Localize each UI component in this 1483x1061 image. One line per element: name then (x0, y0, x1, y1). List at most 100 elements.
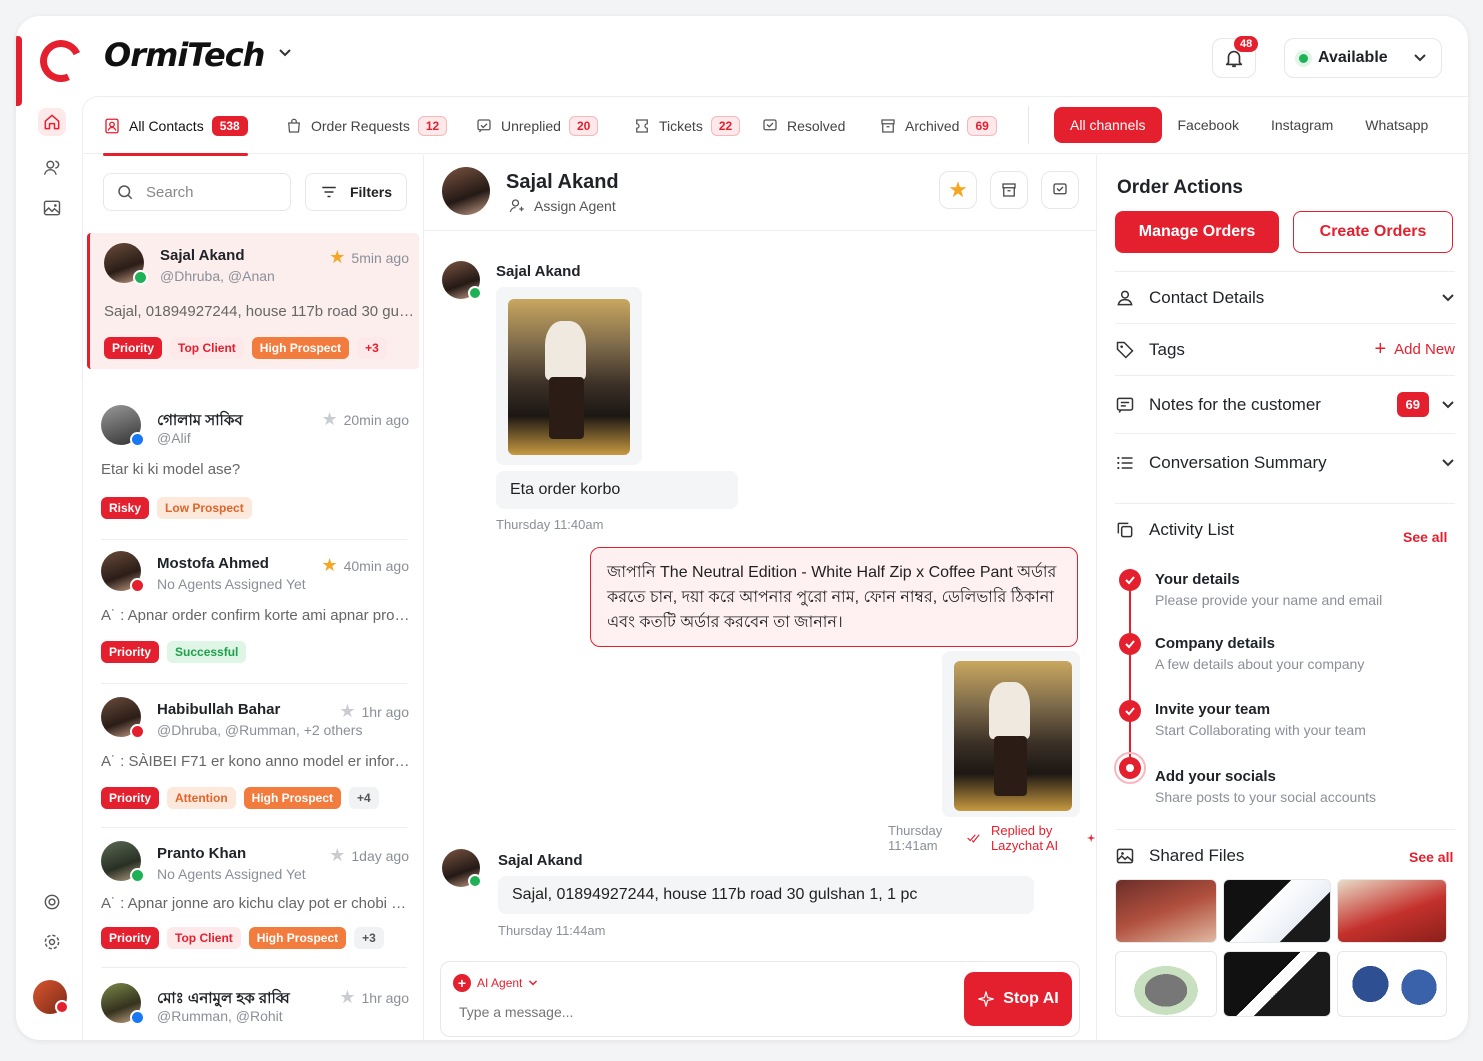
shared-file-thumbnail[interactable] (1223, 951, 1331, 1017)
image-icon (43, 200, 61, 216)
stop-ai-button[interactable]: Stop AI (964, 972, 1072, 1026)
ai-agent-selector[interactable]: + AI Agent (453, 974, 538, 992)
ai-agent-label: AI Agent (477, 976, 523, 990)
contact-time: 1day ago (351, 847, 409, 864)
divider (101, 827, 407, 828)
shared-file-thumbnail[interactable] (1223, 879, 1331, 943)
tags-label: Tags (1149, 339, 1185, 359)
notes-count-badge: 69 (1396, 392, 1429, 417)
chevron-down-icon (1442, 458, 1454, 466)
shared-file-thumbnail[interactable] (1337, 879, 1447, 943)
contact-details-row[interactable]: Contact Details (1115, 271, 1455, 323)
instagram-icon (130, 578, 145, 593)
search-input[interactable]: Search (146, 184, 194, 201)
user-avatar[interactable] (33, 980, 69, 1014)
home-nav-button[interactable] (38, 108, 66, 136)
brand-name[interactable]: OrmiTech (104, 36, 265, 74)
shared-file-thumbnail[interactable] (1115, 951, 1217, 1017)
tab-label: All Contacts (129, 118, 204, 134)
activity-item[interactable]: Company details A few details about your… (1155, 635, 1455, 672)
channel-whatsapp[interactable]: Whatsapp (1349, 107, 1444, 143)
star-outline-icon[interactable]: ★ (321, 409, 337, 430)
avatar (101, 551, 145, 593)
list-item[interactable]: Mostofa Ahmed No Agents Assigned Yet ★ 40… (87, 541, 419, 671)
double-check-icon (967, 834, 980, 843)
settings-nav-button[interactable] (38, 928, 66, 956)
text-message: Sajal, 01894927244, house 117b road 30 g… (498, 876, 1034, 914)
star-icon: ★ (948, 177, 968, 202)
sparkle-icon (978, 991, 994, 1007)
activity-item[interactable]: Your details Please provide your name an… (1155, 571, 1455, 608)
archive-button[interactable] (990, 171, 1028, 209)
conversation-summary-row[interactable]: Conversation Summary (1115, 433, 1455, 491)
message-input[interactable] (459, 1004, 939, 1020)
image-message[interactable] (496, 287, 642, 465)
contact-last-message: A˙ : Apnar order confirm korte ami apnar… (101, 607, 411, 624)
tab-unreplied[interactable]: Unreplied 20 (475, 97, 599, 155)
shared-files-title: Shared Files (1149, 845, 1245, 865)
ai-reply-message: জাপানি The Neutral Edition - White Half … (590, 547, 1078, 647)
contact-agents: @Alif (157, 430, 191, 446)
shared-file-thumbnail[interactable] (1115, 879, 1217, 943)
contact-time: 1hr ago (361, 989, 409, 1006)
list-item[interactable]: মোঃ এনামুল হক রাব্বি @Rumman, @Rohit ★ 1h… (87, 973, 419, 1037)
tab-all-contacts[interactable]: All Contacts 538 (103, 97, 248, 156)
manage-orders-button[interactable]: Manage Orders (1115, 211, 1279, 253)
search-box[interactable]: Search (103, 173, 291, 211)
contacts-nav-button[interactable] (38, 154, 66, 182)
tab-count-badge: 12 (417, 116, 448, 136)
text-message: Eta order korbo (496, 471, 738, 509)
star-outline-icon[interactable]: ★ (329, 845, 345, 866)
activity-title: Invite your team (1155, 701, 1271, 718)
resolve-button[interactable] (1041, 171, 1079, 209)
app-window: OrmiTech 48 Available All Contacts 538 O (16, 16, 1468, 1040)
add-tag-button[interactable]: + Add New (1374, 338, 1455, 361)
gallery-nav-button[interactable] (38, 194, 66, 222)
tab-count-badge: 69 (967, 116, 997, 136)
brand-chevron-down-icon[interactable] (278, 48, 292, 58)
star-outline-icon[interactable]: ★ (339, 987, 355, 1008)
channel-instagram[interactable]: Instagram (1255, 107, 1349, 143)
star-icon[interactable]: ★ (321, 555, 337, 576)
conversation-summary-label: Conversation Summary (1149, 452, 1327, 472)
filters-button[interactable]: Filters (305, 173, 407, 211)
create-orders-button[interactable]: Create Orders (1293, 211, 1453, 253)
add-new-label: Add New (1394, 341, 1455, 358)
activity-item[interactable]: Invite your team Start Collaborating wit… (1155, 701, 1455, 738)
channel-all[interactable]: All channels (1054, 107, 1162, 143)
list-item[interactable]: Habibullah Bahar @Dhruba, @Rumman, +2 ot… (87, 687, 419, 817)
details-panel: Order Actions Manage Orders Create Order… (1096, 155, 1468, 1040)
channel-facebook[interactable]: Facebook (1162, 107, 1255, 143)
tab-resolved[interactable]: Resolved (761, 97, 845, 155)
image-message[interactable] (942, 651, 1080, 817)
product-photo (508, 299, 630, 455)
list-item[interactable]: গোলাম সাকিব @Alif ★ 20min ago Etar ki ki … (87, 395, 419, 525)
notes-row[interactable]: Notes for the customer 69 (1115, 375, 1455, 433)
list-item[interactable]: Sajal Akand @Dhruba, @Anan ★ 5min ago Saj… (87, 233, 419, 369)
tab-order-requests[interactable]: Order Requests 12 (285, 97, 448, 155)
chevron-down-icon (529, 980, 538, 986)
current-step-icon (1114, 752, 1146, 784)
support-nav-button[interactable] (38, 888, 66, 916)
timeline-line (1129, 583, 1131, 637)
star-icon[interactable]: ★ (329, 247, 345, 268)
tab-archived[interactable]: Archived 69 (879, 97, 997, 155)
shared-file-thumbnail[interactable] (1337, 951, 1447, 1017)
activity-see-all-link[interactable]: See all (1403, 529, 1447, 545)
timeline-line (1129, 647, 1131, 701)
activity-item[interactable]: Add your socials Share posts to your soc… (1155, 768, 1455, 805)
status-dropdown[interactable]: Available (1284, 38, 1442, 78)
list-item[interactable]: Pranto Khan No Agents Assigned Yet ★ 1day… (87, 831, 419, 961)
tag-badge: Attention (167, 787, 236, 809)
tab-tickets[interactable]: Tickets 22 (633, 97, 741, 155)
star-outline-icon[interactable]: ★ (339, 701, 355, 722)
channel-filter: All channels Facebook Instagram Whatsapp (1054, 107, 1444, 143)
stop-ai-label: Stop AI (1003, 990, 1059, 1007)
assign-agent-button[interactable]: Assign Agent (508, 197, 616, 215)
tag-badge: Priority (101, 787, 160, 809)
shared-files-see-all-link[interactable]: See all (1409, 849, 1453, 865)
activity-desc: Start Collaborating with your team (1155, 722, 1366, 738)
check-circle-icon (1119, 633, 1141, 655)
favorite-button[interactable]: ★ (939, 171, 977, 209)
replied-by-prefix: Replied by (990, 823, 1053, 838)
